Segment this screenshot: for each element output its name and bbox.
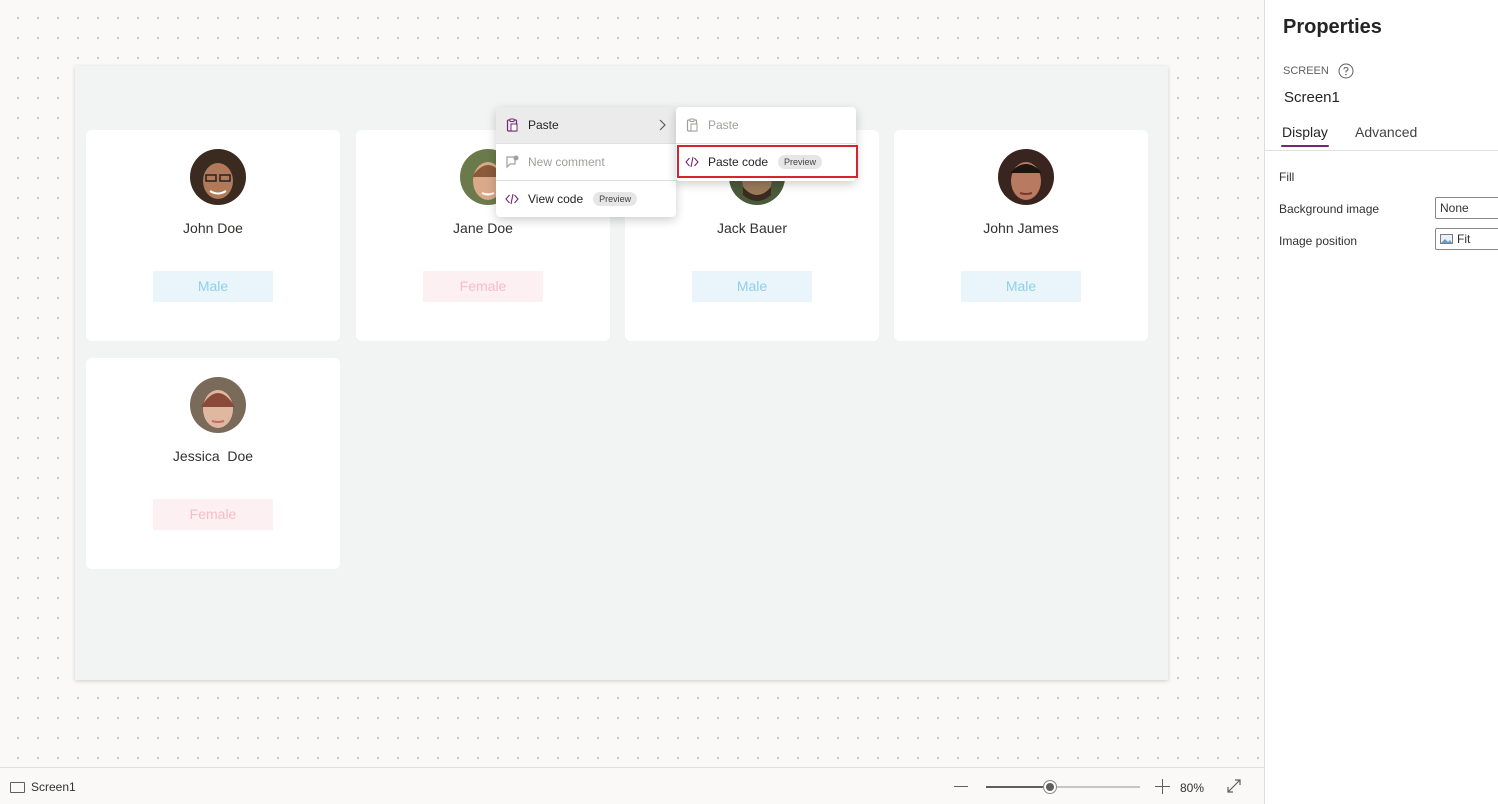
tab-advanced[interactable]: Advanced <box>1355 124 1417 140</box>
menu-item-label: Paste <box>708 118 739 132</box>
zoom-slider-fill <box>986 786 1050 788</box>
menu-item-view-code[interactable]: View code Preview <box>496 181 676 217</box>
image-icon <box>1440 234 1453 244</box>
image-position-dropdown[interactable]: Fit <box>1435 228 1498 250</box>
zoom-in-button[interactable] <box>1155 779 1170 794</box>
active-tab-indicator <box>1281 145 1329 147</box>
menu-item-label: Paste <box>528 118 559 132</box>
gender-chip[interactable]: Female <box>423 271 543 302</box>
fill-label: Fill <box>1279 170 1295 184</box>
zoom-out-button[interactable] <box>954 786 968 787</box>
gender-chip[interactable]: Male <box>961 271 1081 302</box>
chevron-right-icon <box>659 119 666 131</box>
zoom-slider-thumb[interactable] <box>1044 781 1056 793</box>
screen-icon <box>10 781 25 793</box>
image-position-value: Fit <box>1457 232 1471 246</box>
menu-item-paste[interactable]: Paste <box>496 107 676 143</box>
zoom-value: 80% <box>1180 781 1205 795</box>
submenu-item-paste[interactable]: Paste <box>676 107 856 143</box>
control-type-label: SCREEN <box>1283 63 1354 79</box>
gender-chip[interactable]: Female <box>153 499 273 530</box>
help-icon[interactable] <box>1338 63 1354 79</box>
background-image-dropdown[interactable]: None <box>1435 197 1498 219</box>
tab-display[interactable]: Display <box>1282 124 1328 140</box>
panel-title: Properties <box>1283 16 1382 38</box>
image-position-label: Image position <box>1279 234 1358 248</box>
gender-chip[interactable]: Male <box>153 271 273 302</box>
person-card-1[interactable]: John Doe Male <box>86 130 340 341</box>
avatar <box>998 149 1054 205</box>
control-type: SCREEN <box>1283 65 1329 77</box>
gender-chip[interactable]: Male <box>692 271 812 302</box>
avatar <box>190 149 246 205</box>
person-name: Jane Doe <box>453 220 513 236</box>
menu-item-label: View code <box>528 192 584 206</box>
person-name: Jessica Doe <box>172 448 254 464</box>
person-card-5[interactable]: Jessica Doe Female <box>86 358 340 569</box>
screen-selector[interactable]: Screen1 <box>10 780 76 794</box>
status-bar: Screen1 80% <box>0 767 1264 804</box>
context-menu: Paste New comment View code Preview <box>496 107 676 217</box>
tabs-divider <box>1265 150 1498 151</box>
zoom-slider[interactable] <box>986 786 1140 788</box>
control-name[interactable]: Screen1 <box>1284 89 1340 106</box>
person-card-4[interactable]: John James Male <box>894 130 1148 341</box>
person-name: Jack Bauer <box>716 220 788 236</box>
background-image-value: None <box>1440 201 1469 215</box>
screen-name: Screen1 <box>31 780 76 794</box>
person-name: John Doe <box>183 220 243 236</box>
expand-icon[interactable] <box>1226 778 1242 794</box>
person-name: John James <box>983 220 1059 236</box>
menu-item-label: New comment <box>528 155 605 169</box>
design-canvas[interactable]: John Doe Male Jane Doe Female Jack Bauer… <box>0 0 1264 767</box>
properties-panel: Properties SCREEN Screen1 Display Advanc… <box>1264 0 1498 804</box>
paste-icon <box>506 118 518 132</box>
preview-badge: Preview <box>593 192 638 206</box>
background-image-label: Background image <box>1279 202 1380 216</box>
paste-icon <box>686 118 698 132</box>
avatar <box>190 377 246 433</box>
code-icon <box>505 193 519 205</box>
highlight-annotation <box>677 145 858 178</box>
menu-item-new-comment[interactable]: New comment <box>496 144 676 180</box>
comment-icon <box>506 155 519 169</box>
